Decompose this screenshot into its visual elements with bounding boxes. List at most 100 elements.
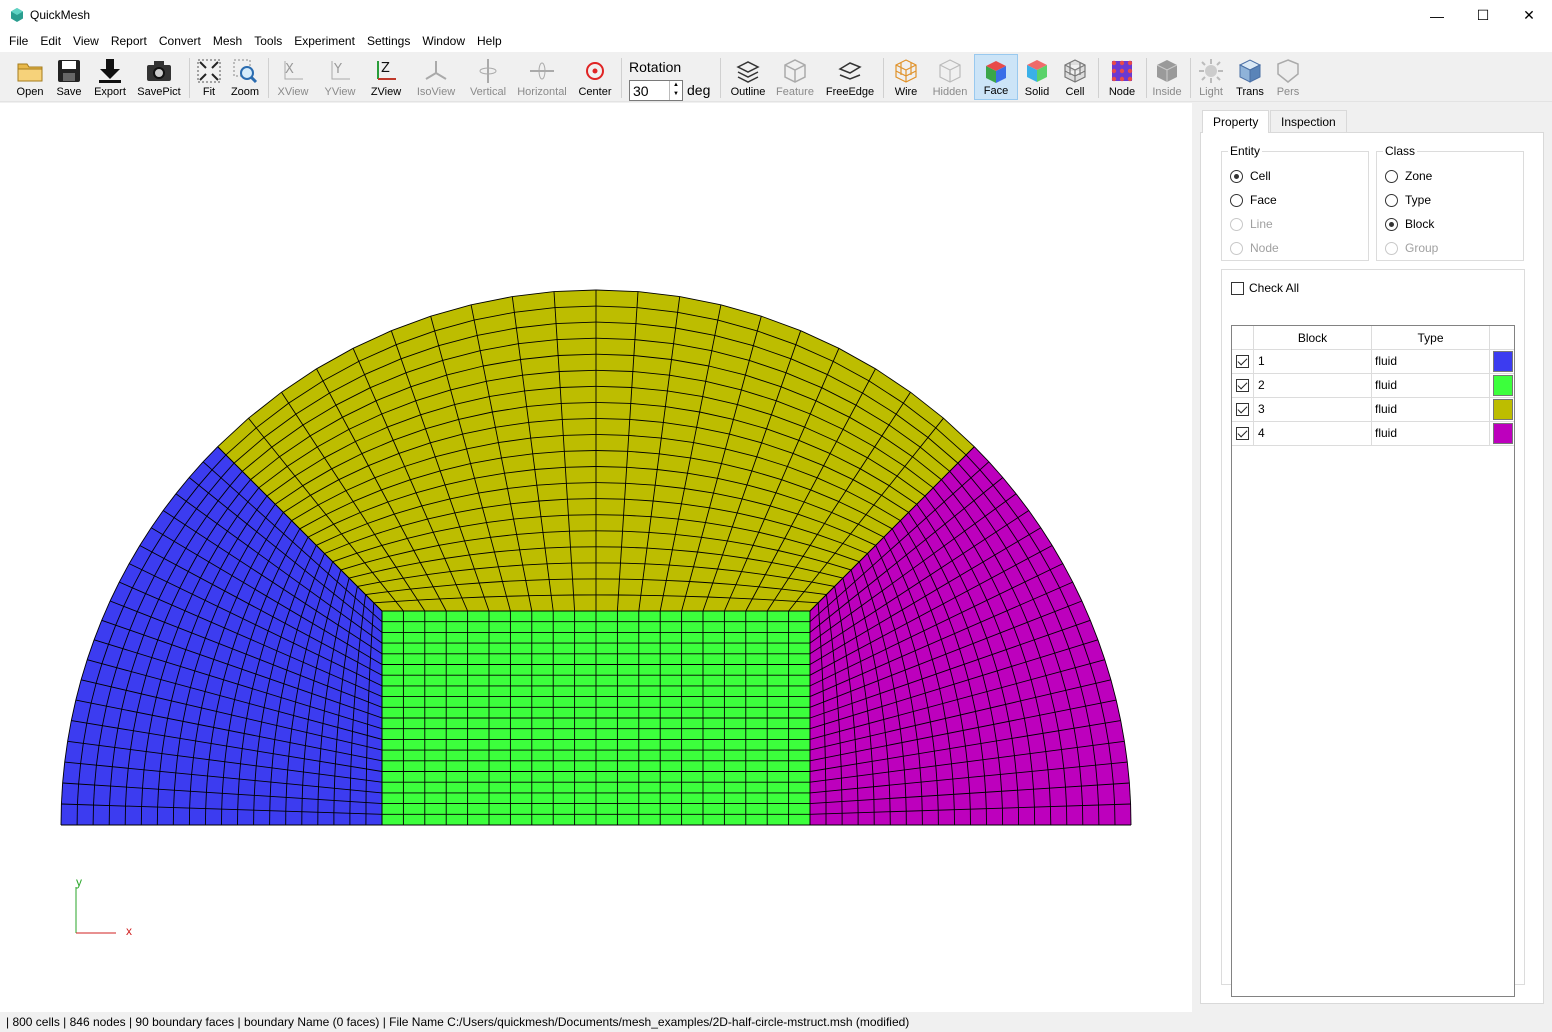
- mesh-edge: [822, 679, 824, 691]
- row-checkbox[interactable]: [1236, 379, 1249, 392]
- node-button[interactable]: Node: [1104, 54, 1140, 100]
- export-button[interactable]: Export: [90, 54, 130, 100]
- rotation-stepper[interactable]: ▲ ▼: [669, 81, 682, 100]
- yview-button[interactable]: Y YView: [320, 54, 360, 100]
- maximize-button[interactable]: ☐: [1460, 0, 1506, 31]
- block-type: fluid: [1372, 422, 1490, 445]
- mesh-edge: [839, 731, 841, 744]
- feature-icon: [784, 59, 806, 83]
- minimize-button[interactable]: —: [1414, 0, 1460, 31]
- mesh-edge: [969, 793, 971, 810]
- radio-class-type[interactable]: Type: [1385, 192, 1431, 208]
- outline-icon: [736, 61, 760, 83]
- rotation-value[interactable]: 30: [633, 83, 649, 99]
- radio-entity-cell[interactable]: Cell: [1230, 168, 1271, 184]
- mesh-edge: [285, 783, 288, 798]
- feature-button[interactable]: Feature: [773, 54, 817, 100]
- solid-button[interactable]: Solid: [1020, 54, 1054, 100]
- toolbar: Open Save Export SavePict Fit Zoom X XVi…: [0, 52, 1552, 102]
- mesh-edge: [221, 793, 223, 810]
- savepict-button[interactable]: SavePict: [136, 54, 182, 100]
- menu-edit[interactable]: Edit: [35, 31, 66, 52]
- center-button[interactable]: Center: [574, 54, 616, 100]
- menu-mesh[interactable]: Mesh: [208, 31, 247, 52]
- xview-button[interactable]: X XView: [274, 54, 312, 100]
- table-row[interactable]: 3 fluid: [1232, 398, 1514, 422]
- column-header-type[interactable]: Type: [1372, 326, 1490, 350]
- save-button[interactable]: Save: [52, 54, 86, 100]
- tab-property[interactable]: Property: [1202, 110, 1270, 133]
- color-swatch[interactable]: [1493, 423, 1513, 444]
- spin-up-icon[interactable]: ▲: [670, 81, 682, 90]
- mesh-edge: [334, 763, 336, 777]
- table-row[interactable]: 2 fluid: [1232, 374, 1514, 398]
- wire-icon: [895, 59, 917, 83]
- spin-down-icon[interactable]: ▼: [670, 90, 682, 99]
- radio-class-block[interactable]: Block: [1385, 216, 1434, 232]
- vertical-button[interactable]: Vertical: [466, 54, 510, 100]
- mesh-edge: [506, 595, 529, 597]
- property-panel: Property Inspection Entity Cell Face Lin…: [1200, 110, 1544, 1004]
- fit-button[interactable]: Fit: [194, 54, 224, 100]
- menu-convert[interactable]: Convert: [154, 31, 206, 52]
- mesh-edge: [821, 657, 823, 669]
- outline-button[interactable]: Outline: [727, 54, 769, 100]
- pers-button[interactable]: Pers: [1272, 54, 1304, 100]
- table-row[interactable]: 4 fluid: [1232, 422, 1514, 446]
- mesh-edge: [301, 785, 304, 799]
- inside-icon: [1156, 60, 1178, 82]
- column-header-block[interactable]: Block: [1254, 326, 1372, 350]
- menu-file[interactable]: File: [4, 31, 33, 52]
- rotation-label: Rotation: [629, 59, 682, 75]
- isoview-button[interactable]: IsoView: [412, 54, 460, 100]
- menu-report[interactable]: Report: [106, 31, 152, 52]
- zview-button[interactable]: Z ZView: [366, 54, 406, 100]
- mesh-edge: [888, 785, 891, 799]
- yview-icon: Y: [331, 61, 350, 80]
- radio-entity-face[interactable]: Face: [1230, 192, 1277, 208]
- freeedge-icon: [838, 62, 862, 80]
- menu-tools[interactable]: Tools: [249, 31, 287, 52]
- folder-icon: [17, 63, 43, 82]
- block-table: Block Type 1 fluid 2 fluid 3 fluid 4 flu…: [1231, 325, 1515, 997]
- menu-help[interactable]: Help: [472, 31, 507, 52]
- table-row[interactable]: 1 fluid: [1232, 350, 1514, 374]
- status-bar: | 800 cells | 846 nodes | 90 boundary fa…: [0, 1012, 1552, 1032]
- light-button[interactable]: Light: [1194, 54, 1228, 100]
- color-swatch[interactable]: [1493, 351, 1513, 372]
- close-button[interactable]: ✕: [1506, 0, 1552, 31]
- wire-button[interactable]: Wire: [888, 54, 924, 100]
- menu-view[interactable]: View: [68, 31, 104, 52]
- rotation-spinbox[interactable]: 30 ▲ ▼: [629, 80, 683, 101]
- cell-button[interactable]: Cell: [1058, 54, 1092, 100]
- face-button[interactable]: Face: [974, 54, 1018, 100]
- mesh-edge: [663, 595, 686, 597]
- horizontal-button[interactable]: Horizontal: [514, 54, 570, 100]
- block-type: fluid: [1372, 350, 1490, 373]
- row-checkbox[interactable]: [1236, 427, 1249, 440]
- hidden-button[interactable]: Hidden: [928, 54, 972, 100]
- zview-icon: Z: [377, 61, 396, 80]
- row-checkbox[interactable]: [1236, 403, 1249, 416]
- mesh-edge: [368, 679, 370, 691]
- freeedge-button[interactable]: FreeEdge: [822, 54, 878, 100]
- mesh-edge: [237, 794, 239, 810]
- mesh-viewport[interactable]: y x: [0, 103, 1192, 1012]
- check-all-checkbox[interactable]: Check All: [1231, 281, 1299, 295]
- tab-inspection[interactable]: Inspection: [1270, 110, 1347, 132]
- menu-window[interactable]: Window: [417, 31, 470, 52]
- color-swatch[interactable]: [1493, 375, 1513, 396]
- row-checkbox[interactable]: [1236, 355, 1249, 368]
- open-button[interactable]: Open: [12, 54, 48, 100]
- menu-experiment[interactable]: Experiment: [289, 31, 360, 52]
- color-swatch[interactable]: [1493, 399, 1513, 420]
- mesh-canvas[interactable]: [0, 103, 1192, 1012]
- zoom-button[interactable]: Zoom: [228, 54, 262, 100]
- menu-settings[interactable]: Settings: [362, 31, 415, 52]
- mesh-edge: [839, 743, 842, 755]
- inside-button[interactable]: Inside: [1150, 54, 1184, 100]
- block-id: 2: [1254, 374, 1372, 397]
- trans-button[interactable]: Trans: [1232, 54, 1268, 100]
- radio-class-zone[interactable]: Zone: [1385, 168, 1432, 184]
- trans-icon: [1238, 59, 1262, 83]
